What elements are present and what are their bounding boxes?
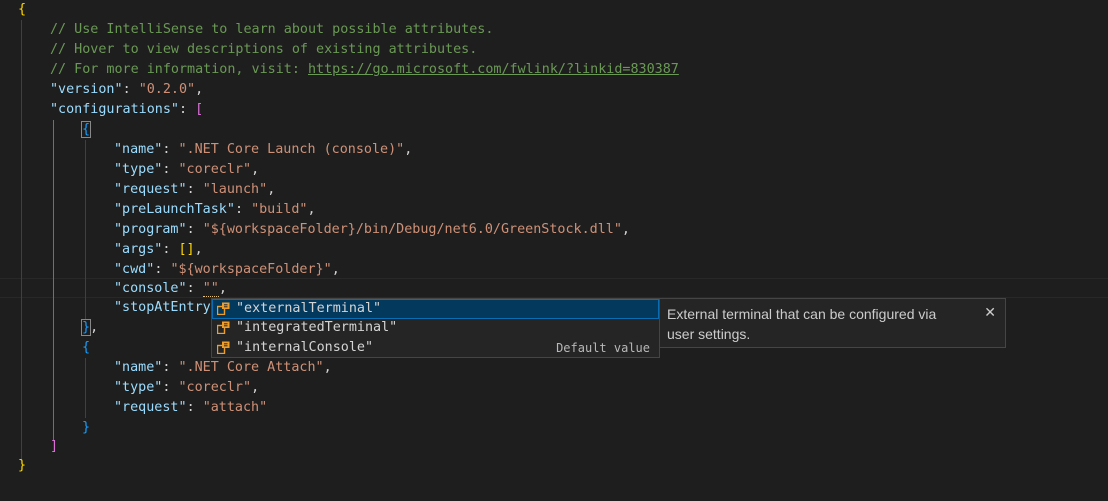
json-string: "${workspaceFolder}" — [170, 262, 332, 277]
suggest-details-panel: External terminal that can be configured… — [659, 298, 1006, 348]
close-icon[interactable]: ✕ — [984, 303, 996, 323]
code-line: "args": [], — [114, 242, 203, 257]
json-key: "name" — [114, 360, 163, 375]
code-line: // Hover to view descriptions of existin… — [50, 40, 477, 60]
json-key: "cwd" — [114, 262, 155, 277]
code-line: } — [82, 418, 90, 438]
code-line: "preLaunchTask": "build", — [114, 202, 316, 217]
bracket-open: [ — [195, 102, 204, 117]
indent-guide — [85, 358, 86, 418]
json-key: "console" — [114, 281, 187, 296]
enum-member-icon — [217, 302, 230, 315]
code-line: "name": ".NET Core Launch (console)", — [114, 142, 413, 157]
code-line: "type": "coreclr", — [114, 162, 260, 177]
json-string: "0.2.0" — [138, 82, 196, 97]
bracket-close: ] — [50, 439, 59, 454]
json-string-with-warning: "" — [202, 281, 219, 297]
suggest-widget[interactable]: "externalTerminal" "integratedTerminal" … — [211, 298, 660, 358]
json-key: "configurations" — [50, 102, 179, 117]
code-line: }, — [80, 319, 99, 336]
json-string: ".NET Core Launch (console)" — [178, 142, 405, 157]
fwlink-link[interactable]: https://go.microsoft.com/fwlink/?linkid=… — [308, 62, 679, 77]
json-key: "version" — [50, 82, 123, 97]
brace-open: { — [82, 340, 91, 355]
json-key: "name" — [114, 142, 163, 157]
brace-open: { — [18, 2, 27, 17]
json-key: "program" — [114, 222, 187, 237]
enum-member-icon — [217, 341, 230, 354]
suggest-item-external-terminal[interactable]: "externalTerminal" — [212, 299, 659, 319]
enum-member-icon — [217, 321, 230, 334]
suggest-label: "externalTerminal" — [236, 301, 382, 316]
suggest-item-internal-console[interactable]: "internalConsole" Default value — [212, 338, 659, 358]
code-line: "stopAtEntry — [114, 298, 211, 318]
indent-guide-active — [53, 120, 54, 440]
code-line: { — [80, 120, 92, 140]
json-string: "${workspaceFolder}/bin/Debug/net6.0/Gre… — [202, 222, 622, 237]
suggest-label: "internalConsole" — [236, 340, 374, 355]
code-line: "version": "0.2.0", — [50, 82, 204, 97]
json-string: "launch" — [202, 182, 268, 197]
json-string: "build" — [251, 202, 308, 217]
comment-hover: // Hover to view descriptions of existin… — [50, 42, 478, 57]
json-key: "args" — [114, 242, 163, 257]
json-key: "request" — [114, 400, 187, 415]
comment-intellisense: // Use IntelliSense to learn about possi… — [50, 22, 494, 37]
json-key: "type" — [114, 162, 163, 177]
code-line: "request": "launch", — [114, 182, 276, 197]
code-editor[interactable]: { // Use IntelliSense to learn about pos… — [0, 0, 1108, 501]
brace-close: } — [18, 458, 27, 473]
code-line: "configurations": [ — [50, 102, 204, 117]
code-line-current: "console": "", — [114, 281, 227, 297]
code-line: ] — [50, 437, 58, 457]
code-line: { — [82, 338, 90, 358]
json-string: ".NET Core Attach" — [178, 360, 324, 375]
json-key: "type" — [114, 380, 163, 395]
code-line: "program": "${workspaceFolder}/bin/Debug… — [114, 222, 630, 237]
indent-guide — [85, 140, 86, 320]
suggest-item-integrated-terminal[interactable]: "integratedTerminal" — [212, 318, 659, 338]
code-line: // Use IntelliSense to learn about possi… — [50, 20, 493, 40]
indent-guide — [21, 20, 22, 460]
brace-close-matched: } — [80, 319, 92, 336]
json-string: "coreclr" — [178, 162, 252, 177]
json-key: "stopAtEntry — [114, 300, 211, 315]
code-line: { — [18, 0, 26, 20]
code-line: // For more information, visit: https://… — [50, 60, 679, 80]
brace-close: } — [82, 420, 91, 435]
json-array: [] — [178, 242, 195, 257]
brace-open-matched: { — [80, 121, 92, 138]
comment-more-info: // For more information, visit: — [50, 62, 308, 77]
suggest-details-text: External terminal that can be configured… — [667, 306, 937, 342]
suggest-detail-default: Default value — [556, 341, 650, 355]
code-line: } — [18, 456, 26, 476]
code-line: "cwd": "${workspaceFolder}", — [114, 262, 340, 277]
json-key: "request" — [114, 182, 187, 197]
suggest-label: "integratedTerminal" — [236, 320, 398, 335]
json-key: "preLaunchTask" — [114, 202, 235, 217]
